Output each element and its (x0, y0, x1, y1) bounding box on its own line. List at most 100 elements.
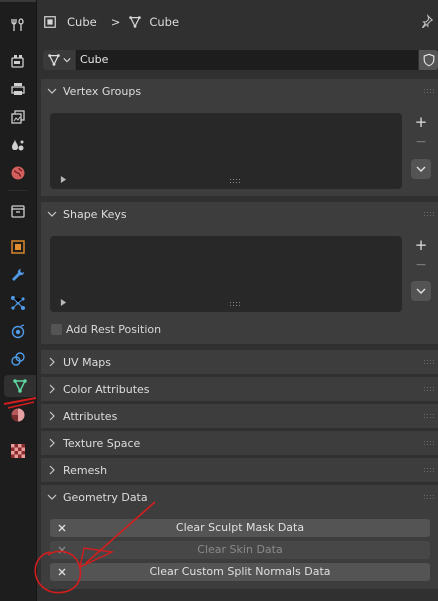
object-data-icon (13, 379, 27, 393)
tab-separator (8, 190, 28, 191)
shape-key-specials-button[interactable] (411, 281, 431, 301)
collection-icon (11, 205, 25, 218)
clear-sculpt-mask-data-button[interactable]: Clear Sculpt Mask Data (50, 519, 430, 537)
panel-header-attributes[interactable]: Attributes (41, 404, 438, 428)
mesh-data-icon (48, 54, 60, 66)
chevron-down-icon (416, 288, 426, 294)
properties-tab-bar (0, 0, 37, 601)
shield-icon (423, 53, 434, 67)
panel-title: Shape Keys (63, 207, 127, 221)
expand-filter-icon[interactable] (60, 176, 67, 183)
panel-shape-keys: Shape Keys + − Add Rest Position (41, 202, 438, 344)
drag-grip-icon[interactable] (424, 468, 434, 472)
add-vertex-group-button[interactable]: + (411, 112, 431, 132)
minus-icon: − (415, 257, 427, 273)
breadcrumb-mesh-name: Cube (149, 15, 180, 29)
vertex-group-specials-button[interactable] (411, 159, 431, 179)
breadcrumb-separator: > (110, 15, 121, 29)
drag-grip-icon[interactable] (424, 212, 434, 216)
properties-editor: Cube > Cube Cube Vertex Groups + − Shape… (37, 0, 438, 601)
panel-uv-maps: UV Maps (41, 350, 438, 374)
panel-title: Remesh (63, 463, 108, 477)
plus-icon: + (414, 113, 428, 131)
drag-grip-icon[interactable] (424, 414, 434, 418)
vertex-groups-list[interactable] (50, 113, 402, 189)
drag-grip-icon[interactable] (424, 495, 434, 499)
panel-title: Vertex Groups (63, 84, 142, 98)
tool-icon (11, 18, 24, 31)
tab-render[interactable] (5, 50, 31, 72)
tab-material[interactable] (5, 404, 31, 426)
chevron-right-icon (49, 384, 55, 394)
view-layer-icon (11, 110, 25, 124)
breadcrumb-object-name: Cube (67, 15, 97, 29)
remove-vertex-group-button[interactable]: − (411, 132, 431, 152)
breadcrumb-object: Cube (43, 15, 97, 29)
tab-object[interactable] (5, 236, 31, 258)
physics-icon (11, 324, 25, 339)
remove-shape-key-button[interactable]: − (411, 255, 431, 275)
panel-texture-space: Texture Space (41, 431, 438, 455)
add-rest-position-label: Add Rest Position (66, 323, 162, 336)
tab-texture[interactable] (5, 440, 31, 462)
panel-header-remesh[interactable]: Remesh (41, 458, 438, 482)
mesh-data-icon (129, 16, 142, 28)
object-icon (44, 16, 56, 28)
panel-remesh: Remesh (41, 458, 438, 482)
panel-header-texture-space[interactable]: Texture Space (41, 431, 438, 455)
pin-icon[interactable] (420, 14, 434, 28)
list-resize-grip-icon[interactable] (230, 179, 241, 183)
tab-constraints[interactable] (5, 348, 31, 370)
list-resize-grip-icon[interactable] (230, 302, 241, 306)
minus-icon: − (415, 134, 427, 150)
drag-grip-icon[interactable] (424, 89, 434, 93)
tab-world[interactable] (5, 162, 31, 184)
panel-header-uv-maps[interactable]: UV Maps (41, 350, 438, 374)
object-icon (11, 240, 25, 254)
tab-output[interactable] (5, 78, 31, 100)
tab-bar-top-edge (0, 0, 36, 2)
chevron-right-icon (49, 411, 55, 421)
shape-keys-list[interactable] (50, 236, 402, 312)
mesh-name-field[interactable]: Cube (76, 50, 418, 70)
tab-collection[interactable] (5, 200, 31, 222)
panel-title: Attributes (63, 409, 118, 423)
modifier-icon (12, 268, 25, 281)
clear-custom-split-normals-data-button[interactable]: Clear Custom Split Normals Data (50, 563, 430, 581)
panel-title: UV Maps (63, 355, 112, 369)
tab-particles[interactable] (5, 292, 31, 314)
drag-grip-icon[interactable] (424, 387, 434, 391)
panel-attributes: Attributes (41, 404, 438, 428)
mesh-datablock-selector: Cube (43, 50, 438, 70)
browse-mesh-button[interactable] (43, 50, 75, 70)
drag-grip-icon[interactable] (424, 441, 434, 445)
panel-header-shape-keys[interactable]: Shape Keys (41, 202, 438, 226)
breadcrumb: Cube > Cube (37, 0, 438, 44)
panel-header-color-attributes[interactable]: Color Attributes (41, 377, 438, 401)
tab-view-layer[interactable] (5, 106, 31, 128)
panel-header-geometry-data[interactable]: Geometry Data (41, 485, 438, 509)
material-icon (11, 408, 25, 422)
clear-skin-data-button[interactable]: Clear Skin Data (50, 541, 430, 559)
world-icon (11, 166, 25, 180)
tab-physics[interactable] (5, 320, 31, 342)
add-shape-key-button[interactable]: + (411, 235, 431, 255)
panel-vertex-groups: Vertex Groups + − (41, 79, 438, 196)
drag-grip-icon[interactable] (424, 360, 434, 364)
fake-user-button[interactable] (419, 50, 438, 70)
tab-modifier[interactable] (5, 264, 31, 286)
panel-header-vertex-groups[interactable]: Vertex Groups (41, 79, 438, 103)
output-icon (11, 83, 25, 95)
tab-scene[interactable] (5, 134, 31, 156)
tab-tool[interactable] (5, 14, 31, 36)
panel-color-attributes: Color Attributes (41, 377, 438, 401)
expand-filter-icon[interactable] (60, 299, 67, 306)
button-label: Clear Sculpt Mask Data (175, 521, 305, 534)
texture-icon (11, 444, 25, 458)
tab-object-data[interactable] (4, 375, 36, 397)
panel-title: Geometry Data (63, 490, 148, 504)
breadcrumb-mesh: Cube (128, 15, 179, 29)
add-rest-position-checkbox[interactable] (51, 324, 62, 335)
panel-title: Texture Space (63, 436, 141, 450)
chevron-right-icon (49, 357, 55, 367)
